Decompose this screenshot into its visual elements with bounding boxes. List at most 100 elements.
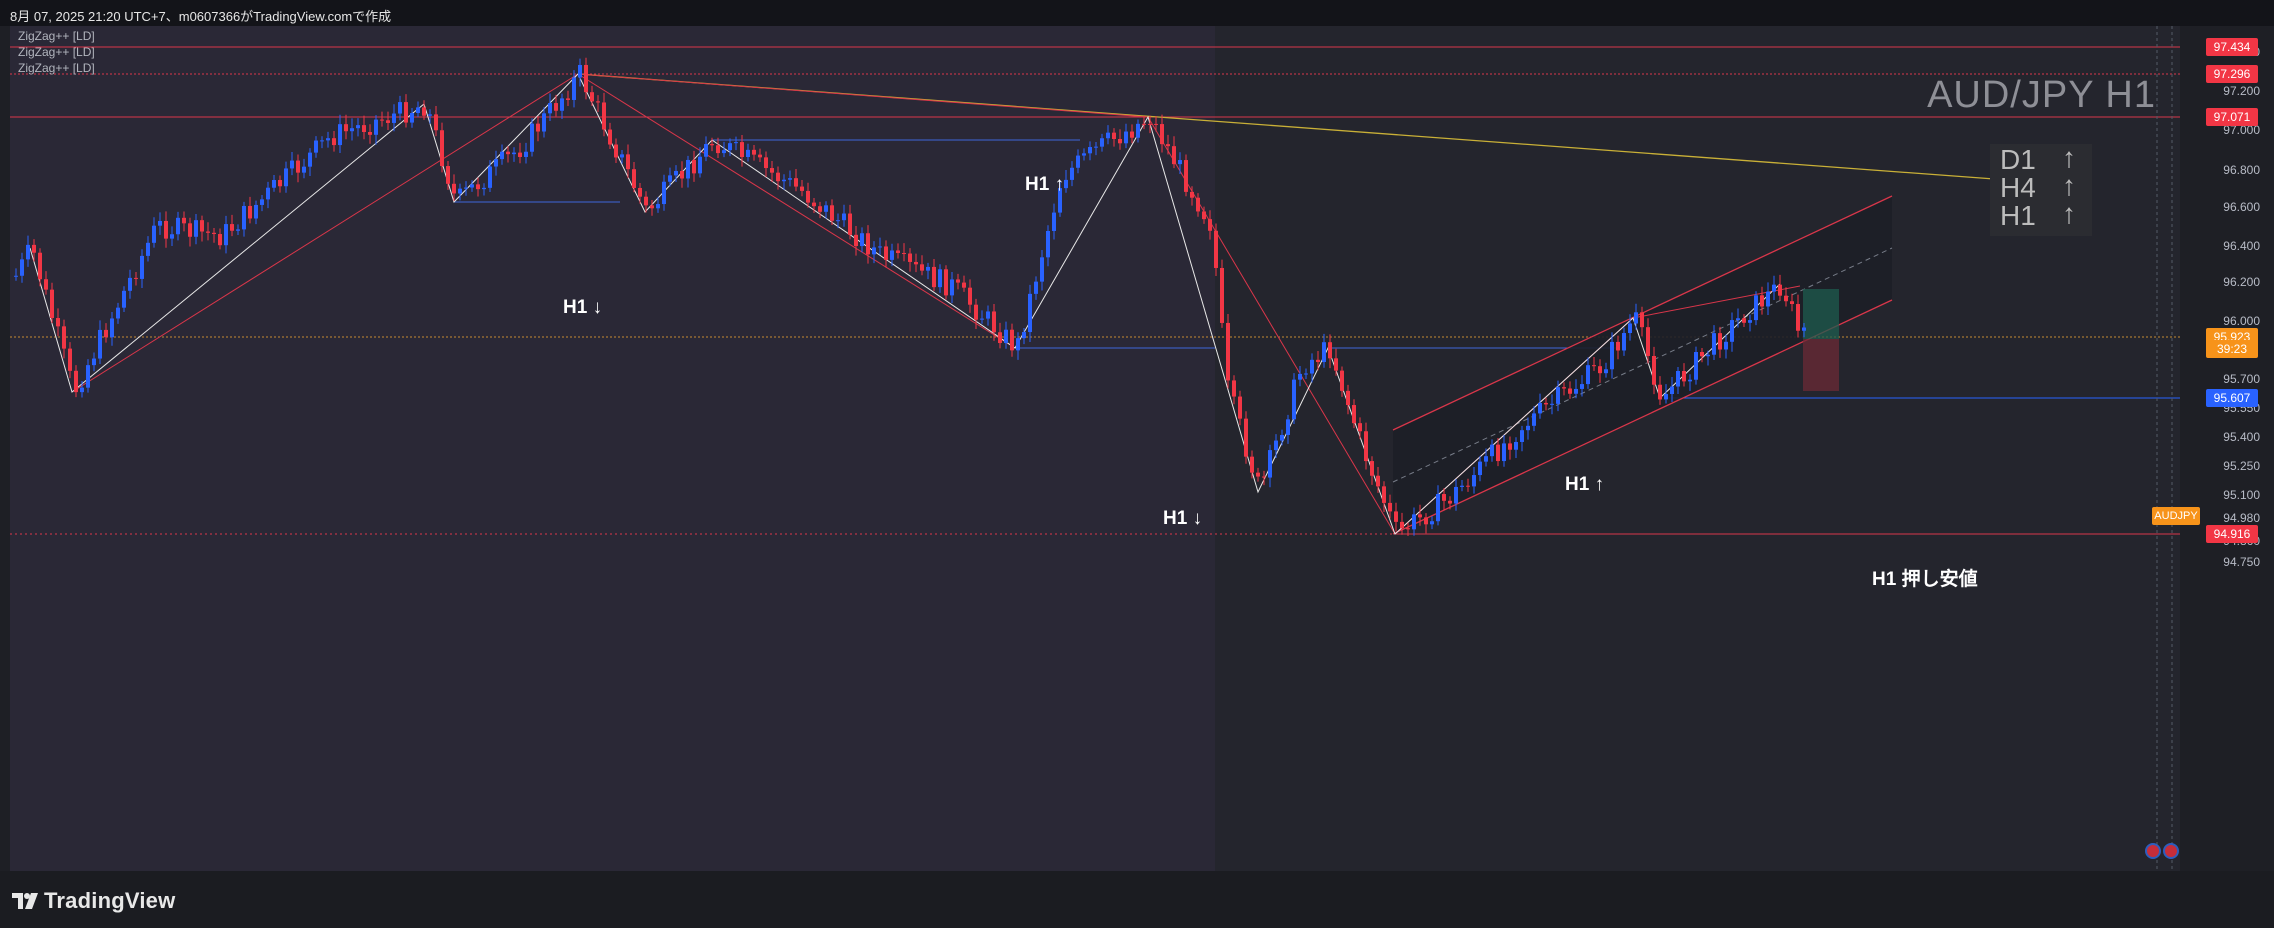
candle-body xyxy=(1322,342,1326,363)
candle-body xyxy=(1274,440,1278,451)
candle-body xyxy=(866,233,870,255)
price-chart[interactable]: ZigZag++ [LD] ZigZag++ [LD] ZigZag++ [LD… xyxy=(0,26,2274,889)
indicator-legend-3[interactable]: ZigZag++ [LD] xyxy=(18,61,95,75)
candle-body xyxy=(554,103,558,111)
candle-body xyxy=(1682,370,1686,382)
candle-body xyxy=(1472,475,1476,487)
candle-body xyxy=(1292,379,1296,420)
candle-body xyxy=(368,132,372,135)
candle-body xyxy=(404,102,408,123)
support-annotation: H1 押し安値 xyxy=(1872,569,1978,590)
price-tick-label: 95.100 xyxy=(2223,488,2260,502)
candle-body xyxy=(14,275,18,277)
candle-body xyxy=(824,205,828,212)
candle-body xyxy=(428,114,432,116)
indicator-legend-2[interactable]: ZigZag++ [LD] xyxy=(18,45,95,59)
indicator-legend-1[interactable]: ZigZag++ [LD] xyxy=(18,29,95,43)
candle-body xyxy=(668,175,672,182)
candle-body xyxy=(638,187,642,197)
candle-body xyxy=(512,152,516,155)
candle-body xyxy=(1418,514,1422,518)
candle-body xyxy=(746,149,750,158)
candle-body xyxy=(1196,197,1200,212)
tradingview-logo-icon xyxy=(12,893,38,909)
candle-body xyxy=(1574,388,1578,394)
candle-body xyxy=(1244,418,1248,457)
candle-body xyxy=(896,250,900,254)
candle-body xyxy=(446,166,450,184)
candle-body xyxy=(344,124,348,132)
candle-body xyxy=(296,160,300,173)
candle-body xyxy=(1202,211,1206,220)
candle-body xyxy=(1046,230,1050,258)
candle-body xyxy=(1100,138,1104,147)
candle-body xyxy=(1514,441,1518,450)
chart-canvas[interactable] xyxy=(0,26,2274,871)
candle-body xyxy=(1280,434,1284,441)
candle-body xyxy=(320,140,324,142)
candle-body xyxy=(1370,461,1374,476)
candle-body xyxy=(326,138,330,141)
candle-body xyxy=(1160,124,1164,145)
candle-body xyxy=(812,202,816,207)
candle-body xyxy=(1778,284,1782,296)
candle-body xyxy=(254,204,258,219)
annotation-h1-up: H1 ↑ xyxy=(1025,174,1065,195)
candle-body xyxy=(686,159,690,179)
candle-body xyxy=(986,311,990,319)
tradingview-logo[interactable]: TradingView xyxy=(12,888,175,914)
annotation-h1-up: H1 ↑ xyxy=(1565,474,1605,495)
candle-body xyxy=(980,318,984,320)
candle-body xyxy=(968,287,972,305)
candle-body xyxy=(284,168,288,187)
candle-body xyxy=(1640,312,1644,328)
au-flag-icon[interactable] xyxy=(2163,843,2179,859)
candle-body xyxy=(1178,160,1182,165)
candle-body xyxy=(1226,322,1230,381)
candle-body xyxy=(764,157,768,169)
candle-body xyxy=(1088,147,1092,154)
candle-body xyxy=(302,166,306,173)
candle-body xyxy=(974,304,978,320)
candle-body xyxy=(1706,354,1710,357)
price-tick-label: 96.400 xyxy=(2223,239,2260,253)
candle-body xyxy=(716,145,720,154)
candle-body xyxy=(188,223,192,237)
candle-body xyxy=(1790,301,1794,305)
candle-body xyxy=(842,213,846,221)
candle-body xyxy=(1652,355,1656,385)
candle-body xyxy=(1286,419,1290,435)
candle-body xyxy=(530,123,534,152)
au-flag-icon[interactable] xyxy=(2145,843,2161,859)
candle-body xyxy=(140,255,144,279)
candle-body xyxy=(674,170,678,176)
symbol-price-tag: AUDJPY xyxy=(2152,507,2200,525)
candle-body xyxy=(1208,219,1212,231)
candle-body xyxy=(260,199,264,205)
candle-body xyxy=(1106,132,1110,139)
candle-body xyxy=(626,154,630,170)
candle-body xyxy=(1508,443,1512,450)
candle-body xyxy=(1112,132,1116,139)
candle-body xyxy=(1538,402,1542,414)
candle-body xyxy=(1082,153,1086,156)
candle-body xyxy=(1436,494,1440,522)
candle-body xyxy=(1382,486,1386,503)
candle-body xyxy=(560,98,564,111)
footer-bar xyxy=(0,871,2274,928)
candle-body xyxy=(1016,338,1020,351)
candle-body xyxy=(1220,267,1224,323)
candle-body xyxy=(308,152,312,167)
candle-body xyxy=(1712,333,1716,355)
candle-body xyxy=(506,151,510,155)
candle-body xyxy=(1376,475,1380,487)
candle-body xyxy=(416,107,420,114)
event-markers[interactable] xyxy=(2145,843,2179,859)
candle-body xyxy=(692,159,696,174)
symbol-watermark: AUD/JPY H1 xyxy=(1927,74,2156,116)
candle-body xyxy=(1250,456,1254,473)
candle-body xyxy=(410,113,414,123)
candle-body xyxy=(1034,281,1038,294)
candle-body xyxy=(1076,155,1080,168)
candle-body xyxy=(1406,528,1410,530)
